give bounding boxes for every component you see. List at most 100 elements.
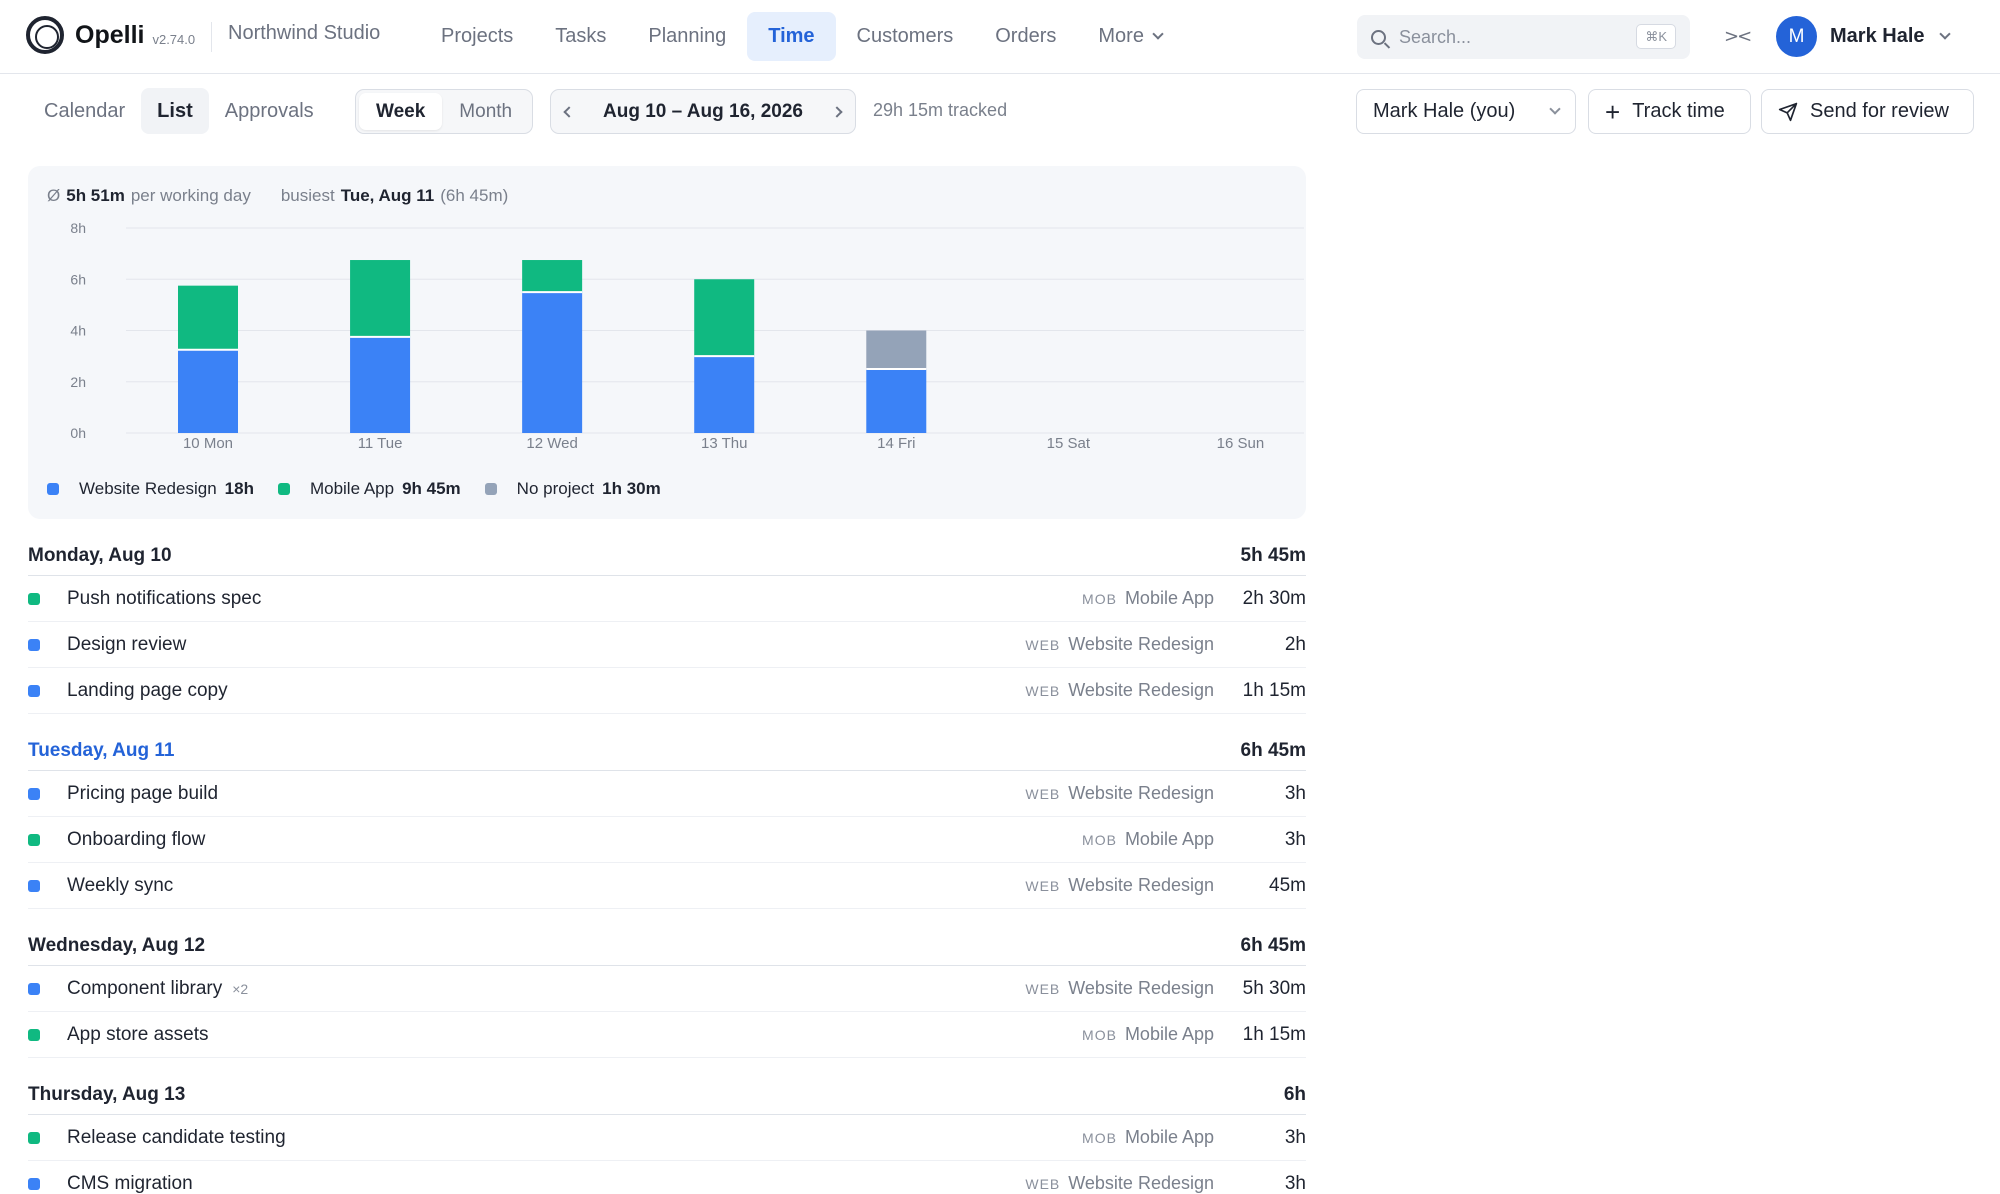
time-entry-row[interactable]: Release candidate testing MOB Mobile App 3h	[28, 1115, 1306, 1161]
busiest-label: busiest	[280, 186, 335, 205]
entry-project[interactable]: MOB Mobile App	[1082, 1024, 1214, 1045]
day-total: 6h 45m	[1240, 934, 1306, 956]
tracked-total: 29h 15m tracked	[873, 100, 1008, 120]
x-tick-label: 14 Fri	[877, 435, 915, 452]
nav-orders[interactable]: Orders	[974, 12, 1077, 61]
logo-mark-icon	[26, 16, 64, 54]
project-color-dot	[28, 1131, 40, 1144]
entry-project[interactable]: WEB Website Redesign	[1025, 978, 1214, 999]
legend-swatch	[47, 483, 59, 495]
entry-name: Landing page copy	[67, 679, 228, 701]
time-entries-list: Monday, Aug 10 5h 45m Push notifications s…	[28, 536, 1306, 1194]
workspace-name[interactable]: Northwind Studio	[228, 22, 380, 45]
track-time-button[interactable]: + Track time	[1588, 89, 1751, 134]
y-tick-label: 4h	[70, 323, 86, 339]
tab-calendar[interactable]: Calendar	[28, 88, 141, 134]
search-input[interactable]: Search... ⌘K	[1357, 15, 1690, 59]
project-name: Website Redesign	[1068, 680, 1214, 700]
nav-planning[interactable]: Planning	[627, 12, 747, 61]
day-total: 5h 45m	[1240, 544, 1306, 566]
entry-duration: 3h	[1284, 828, 1306, 850]
y-tick-label: 2h	[70, 374, 86, 390]
project-code: WEB	[1025, 636, 1061, 653]
project-name: Mobile App	[1124, 829, 1214, 849]
date-range-label[interactable]: Aug 10 – Aug 16, 2026	[603, 101, 803, 123]
legend-item: Website Redesign 18h	[47, 479, 254, 499]
legend-total: 1h 30m	[602, 479, 661, 498]
main-nav: Projects Tasks Planning Time Customers O…	[420, 12, 1183, 61]
legend-label: No project	[516, 479, 595, 498]
legend-item: Mobile App 9h 45m	[277, 479, 461, 499]
project-code: MOB	[1082, 831, 1117, 848]
send-for-review-button[interactable]: Send for review	[1761, 89, 1974, 134]
user-menu[interactable]: M Mark Hale	[1776, 16, 1951, 57]
user-filter-select[interactable]: Mark Hale (you)	[1356, 89, 1576, 134]
hours-bar-chart: 0h 2h 4h 6h 8h 10 Mon 11 Tue 12 Wed 13 Thu 14 Fri…	[70, 220, 1304, 452]
time-entry-row[interactable]: Weekly sync WEB Website Redesign 45m	[28, 863, 1306, 909]
entry-duration: 2h	[1284, 633, 1306, 655]
period-week[interactable]: Week	[359, 93, 443, 130]
week-summary: Ø 5h 51m per working day busiest Tue, Au…	[47, 186, 508, 206]
top-bar: Opelli v2.74.0 Northwind Studio Projects…	[0, 0, 2000, 74]
entry-project[interactable]: WEB Website Redesign	[1025, 1173, 1214, 1194]
time-entry-row[interactable]: Component library ×2 WEB Website Redesign 5h…	[28, 966, 1306, 1012]
project-name: Mobile App	[1124, 1127, 1214, 1147]
time-entry-row[interactable]: Onboarding flow MOB Mobile App 3h	[28, 817, 1306, 863]
entry-project[interactable]: MOB Mobile App	[1082, 1127, 1214, 1148]
entry-duration: 2h 30m	[1242, 587, 1306, 609]
tab-list[interactable]: List	[141, 88, 209, 134]
nav-time[interactable]: Time	[747, 12, 836, 61]
collapse-sidebar-icon[interactable]: ><	[1724, 26, 1752, 47]
entry-project[interactable]: WEB Website Redesign	[1025, 783, 1214, 804]
entry-project[interactable]: WEB Website Redesign	[1025, 875, 1214, 896]
y-tick-label: 0h	[70, 425, 86, 441]
nav-projects[interactable]: Projects	[420, 12, 534, 61]
chevron-down-icon	[1152, 28, 1164, 40]
chevron-down-icon	[1938, 27, 1951, 40]
chevron-right-icon[interactable]	[831, 105, 843, 118]
chevron-left-icon[interactable]	[563, 105, 575, 118]
project-name: Website Redesign	[1068, 875, 1214, 895]
day-header: Tuesday, Aug 11 6h 45m	[28, 731, 1306, 771]
bar-segment	[866, 368, 927, 433]
x-tick-label: 16 Sun	[1217, 435, 1265, 452]
nav-more[interactable]: More	[1077, 12, 1183, 61]
entry-name: Component library	[67, 977, 223, 999]
bar-segment	[350, 260, 411, 337]
app-logo[interactable]: Opelli v2.74.0	[26, 16, 195, 54]
weekly-chart-card: Ø 5h 51m per working day busiest Tue, Au…	[28, 166, 1306, 519]
bar-segment	[522, 260, 583, 293]
entry-name: Design review	[67, 633, 187, 655]
entry-project[interactable]: MOB Mobile App	[1082, 829, 1214, 850]
entry-duration: 3h	[1284, 1172, 1306, 1194]
nav-tasks[interactable]: Tasks	[534, 12, 627, 61]
bar-segment	[178, 285, 238, 350]
view-tabs: Calendar List Approvals	[28, 88, 330, 134]
entry-duration: 1h 15m	[1242, 1023, 1306, 1045]
nav-customers[interactable]: Customers	[836, 12, 975, 61]
busiest-value: (6h 45m)	[440, 186, 509, 205]
x-tick-label: 15 Sat	[1047, 435, 1091, 452]
avatar: M	[1776, 16, 1817, 57]
time-entry-row[interactable]: Design review WEB Website Redesign 2h	[28, 622, 1306, 668]
legend-item: No project 1h 30m	[484, 479, 661, 499]
project-color-dot	[28, 592, 40, 605]
entry-project[interactable]: WEB Website Redesign	[1025, 680, 1214, 701]
entry-name: Push notifications spec	[67, 587, 262, 609]
date-range-picker: Aug 10 – Aug 16, 2026	[550, 89, 856, 134]
legend-label: Website Redesign	[79, 479, 217, 498]
tab-approvals[interactable]: Approvals	[209, 88, 330, 134]
y-tick-label: 8h	[70, 220, 86, 236]
time-entry-row[interactable]: Pricing page build WEB Website Redesign 3h	[28, 771, 1306, 817]
time-entry-row[interactable]: CMS migration WEB Website Redesign 3h	[28, 1161, 1306, 1194]
project-color-dot	[28, 684, 40, 697]
day-title: Tuesday, Aug 11	[28, 739, 175, 761]
bar-segment	[178, 349, 238, 433]
period-month[interactable]: Month	[442, 93, 529, 130]
time-entry-row[interactable]: App store assets MOB Mobile App 1h 15m	[28, 1012, 1306, 1058]
entry-project[interactable]: MOB Mobile App	[1082, 588, 1214, 609]
legend-swatch	[277, 483, 290, 495]
time-entry-row[interactable]: Push notifications spec MOB Mobile App 2h 3…	[28, 576, 1306, 622]
entry-project[interactable]: WEB Website Redesign	[1025, 634, 1214, 655]
time-entry-row[interactable]: Landing page copy WEB Website Redesign 1h 1…	[28, 668, 1306, 714]
